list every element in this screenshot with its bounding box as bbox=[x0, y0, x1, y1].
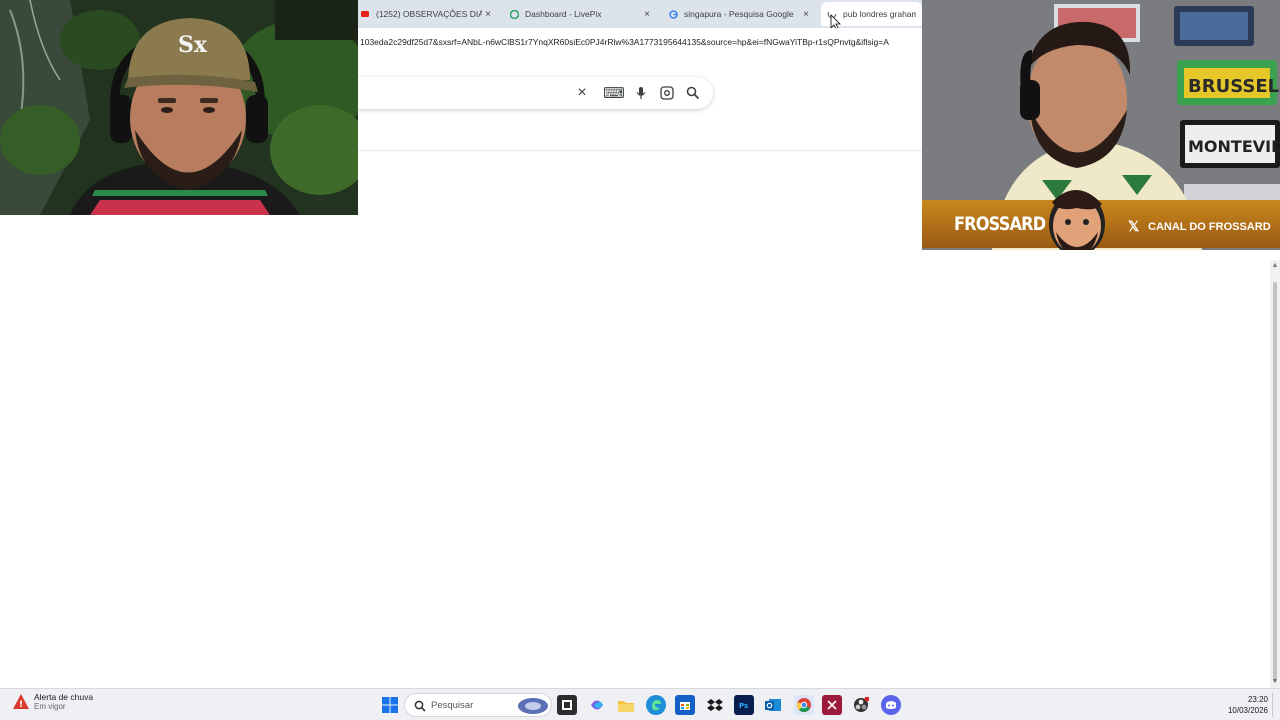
task-view-icon[interactable] bbox=[557, 695, 577, 715]
tab-title: pub londres graham be bbox=[843, 9, 916, 19]
url-text[interactable]: 103eda2c29df25d7&sxsrf=ANbL-n6wClBS1r7Yn… bbox=[360, 37, 922, 47]
tab-close-icon[interactable]: × bbox=[482, 9, 494, 20]
tab-singapura-search[interactable]: singapura - Pesquisa Google × bbox=[662, 2, 818, 26]
discord-icon[interactable] bbox=[881, 695, 901, 715]
taskbar-search-box[interactable]: Pesquisar bbox=[404, 693, 552, 717]
svg-text:!: ! bbox=[19, 700, 23, 710]
svg-text:Sx: Sx bbox=[178, 32, 208, 58]
search-input[interactable]: × ⌨ bbox=[300, 77, 713, 109]
obs-studio-icon[interactable] bbox=[851, 695, 871, 715]
page-scrollbar[interactable]: ▲ ▼ bbox=[1270, 260, 1280, 690]
clock-date: 10/03/2026 bbox=[1227, 706, 1268, 715]
tab-close-icon[interactable]: × bbox=[641, 9, 653, 20]
scroll-up-arrow-icon[interactable]: ▲ bbox=[1271, 262, 1279, 270]
webcam-left-image: Sx bbox=[0, 0, 358, 215]
streamer-banner: FROSSARD 𝕏 CANAL DO FROSSARD bbox=[922, 189, 1280, 250]
google-icon bbox=[668, 9, 678, 19]
rain-alert-icon: ! bbox=[12, 693, 30, 711]
tab-dashboard-livepix[interactable]: Dashboard - LivePix × bbox=[503, 2, 659, 26]
youtube-icon bbox=[360, 9, 370, 19]
copilot-search-highlight-icon bbox=[518, 698, 548, 714]
tab-close-icon[interactable]: × bbox=[800, 9, 812, 20]
webcam-right: BRUSSELS MONTEVIDEO FROSSARD bbox=[922, 0, 1280, 250]
tab-title: Dashboard - LivePix bbox=[525, 9, 602, 19]
svg-text:BRUSSELS: BRUSSELS bbox=[1188, 76, 1280, 97]
scrollbar-thumb[interactable] bbox=[1273, 282, 1277, 682]
file-explorer-icon[interactable] bbox=[616, 695, 636, 715]
system-clock[interactable]: 23:20 10/03/2026 bbox=[1212, 694, 1268, 716]
x-logo-icon: 𝕏 bbox=[1128, 218, 1140, 234]
banner-channel: CANAL DO FROSSARD bbox=[1148, 221, 1271, 233]
search-icon[interactable] bbox=[685, 85, 701, 101]
clock-time: 23:20 bbox=[1247, 695, 1268, 704]
svg-text:MONTEVIDEO: MONTEVIDEO bbox=[1188, 137, 1280, 156]
outlook-icon[interactable] bbox=[763, 695, 783, 715]
search-icon bbox=[414, 700, 426, 712]
weather-widget[interactable]: ! Alerta de chuva Em vigor bbox=[12, 692, 93, 712]
windows-taskbar: ! Alerta de chuva Em vigor Pesquisar Ps bbox=[0, 688, 1280, 720]
desktop-screen: (1252) OBSERVAÇÕES DIÁRIAS × Dashboard -… bbox=[0, 0, 1280, 720]
tab-observacoes[interactable]: (1252) OBSERVAÇÕES DIÁRIAS × bbox=[354, 2, 500, 26]
clear-search-icon[interactable]: × bbox=[574, 84, 590, 101]
show-desktop-button[interactable] bbox=[1272, 693, 1276, 717]
livepix-icon bbox=[509, 9, 519, 19]
weather-title: Alerta de chuva bbox=[34, 692, 94, 702]
copilot-icon[interactable] bbox=[587, 695, 607, 715]
tab-title: (1252) OBSERVAÇÕES DIÁRIAS bbox=[376, 9, 482, 19]
taskbar-search-label: Pesquisar bbox=[431, 700, 474, 711]
chrome-icon[interactable] bbox=[794, 695, 814, 715]
edge-browser-icon[interactable] bbox=[646, 695, 666, 715]
webcam-left: Sx bbox=[0, 0, 358, 215]
microphone-icon[interactable] bbox=[633, 85, 649, 101]
microsoft-store-icon[interactable] bbox=[675, 695, 695, 715]
banner-name: FROSSARD bbox=[954, 213, 1046, 235]
app-magenta-icon[interactable] bbox=[822, 695, 842, 715]
keyboard-icon[interactable]: ⌨ bbox=[603, 85, 625, 102]
cartoon-mascot-icon bbox=[1049, 189, 1105, 250]
camera-lens-icon[interactable] bbox=[659, 85, 675, 101]
windows-start-icon[interactable] bbox=[380, 695, 400, 715]
svg-text:Ps: Ps bbox=[739, 702, 748, 710]
dropbox-icon[interactable] bbox=[705, 695, 725, 715]
photoshop-icon[interactable]: Ps bbox=[734, 695, 754, 715]
scroll-down-arrow-icon[interactable]: ▼ bbox=[1271, 678, 1279, 686]
tab-title: singapura - Pesquisa Google bbox=[684, 9, 794, 19]
weather-subtitle: Em vigor bbox=[34, 702, 66, 711]
